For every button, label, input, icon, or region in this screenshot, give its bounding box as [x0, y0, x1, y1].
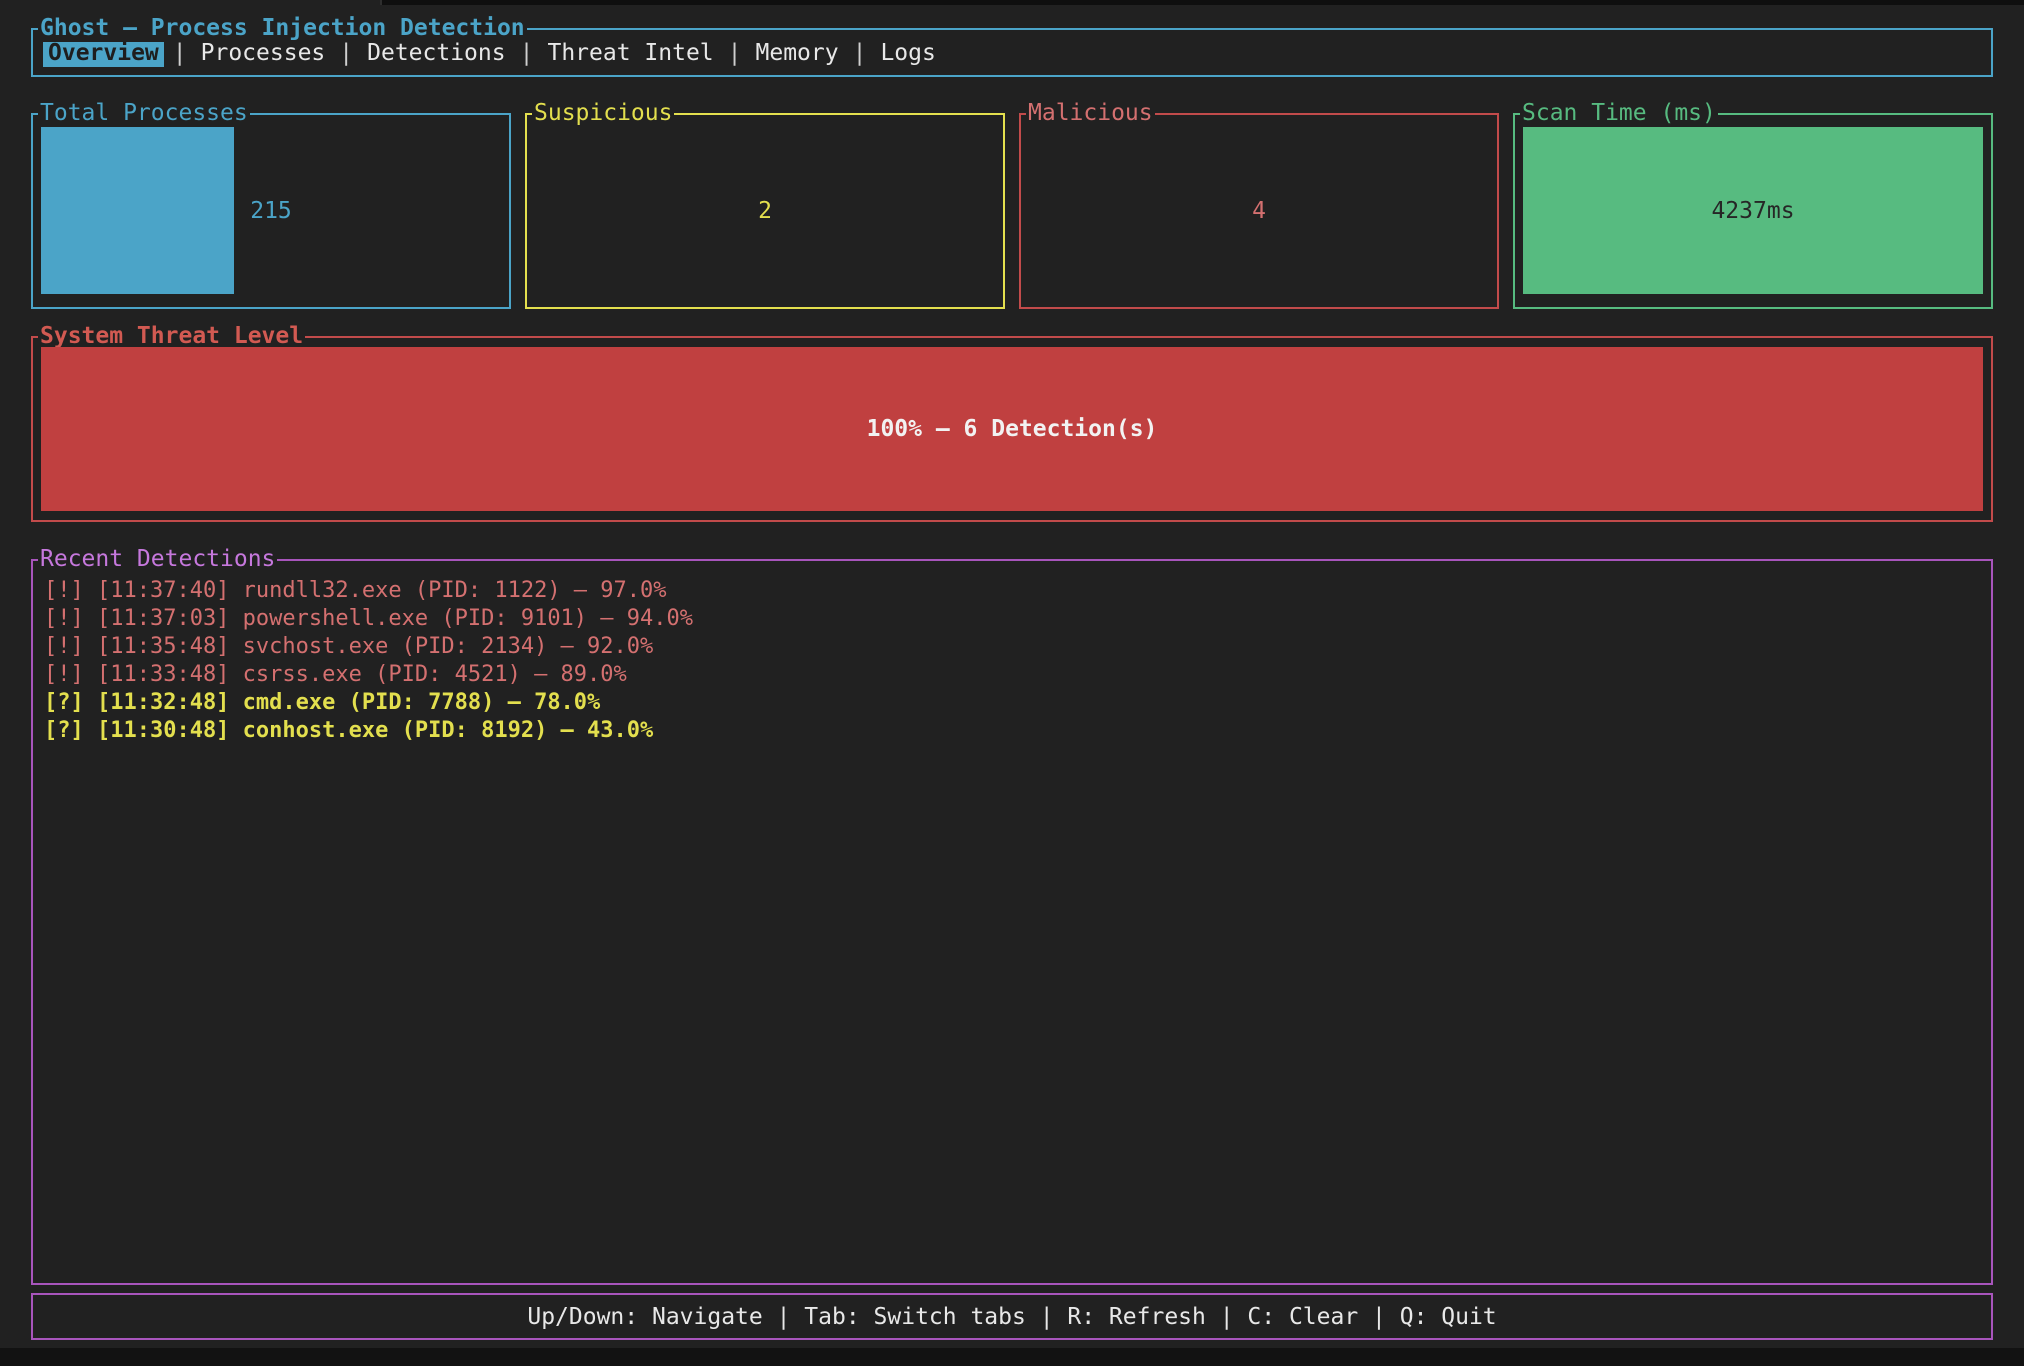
detection-row[interactable]: [!] [11:37:03] powershell.exe (PID: 9101… — [44, 605, 1991, 633]
scan-time-gauge: 4237ms — [1523, 127, 1983, 294]
total-processes-gauge: 215 — [41, 127, 501, 294]
tab-logs[interactable]: Logs — [875, 39, 940, 67]
stats-row: Total Processes 215 Suspicious 2 Malicio… — [31, 113, 1993, 309]
keybind-hints: Up/Down: Navigate | Tab: Switch tabs | R… — [527, 1304, 1496, 1330]
tab-processes[interactable]: Processes — [196, 39, 331, 67]
app-title: Ghost — Process Injection Detection — [38, 15, 527, 42]
stat-malicious: Malicious 4 — [1019, 113, 1499, 309]
recent-detections-panel: Recent Detections [!] [11:37:40] rundll3… — [31, 559, 1993, 1285]
gauge-value: 4 — [1029, 127, 1489, 294]
stat-title: Scan Time (ms) — [1520, 100, 1718, 127]
tab-separator: | — [173, 40, 187, 66]
stat-scan-time: Scan Time (ms) 4237ms — [1513, 113, 1993, 309]
stat-title: Total Processes — [38, 100, 250, 127]
detection-row[interactable]: [!] [11:37:40] rundll32.exe (PID: 1122) … — [44, 577, 1991, 605]
gauge-value: 215 — [41, 127, 501, 294]
stat-title: Suspicious — [532, 100, 674, 127]
tab-detections[interactable]: Detections — [362, 39, 510, 67]
stat-total-processes: Total Processes 215 — [31, 113, 511, 309]
tab-threat-intel[interactable]: Threat Intel — [542, 39, 718, 67]
app-window: Ghost — Process Injection Detection Over… — [0, 0, 2024, 1366]
suspicious-gauge: 2 — [535, 127, 995, 294]
bottom-edge-artifact — [0, 1348, 2024, 1366]
detection-row[interactable]: [?] [11:32:48] cmd.exe (PID: 7788) — 78.… — [44, 689, 1991, 717]
tab-separator: | — [520, 40, 534, 66]
recent-detections-title: Recent Detections — [38, 546, 277, 573]
malicious-gauge: 4 — [1029, 127, 1489, 294]
tab-memory[interactable]: Memory — [751, 39, 844, 67]
tab-separator: | — [339, 40, 353, 66]
threat-level-title: System Threat Level — [38, 323, 305, 350]
gauge-value: 4237ms — [1523, 127, 1983, 294]
header-panel: Ghost — Process Injection Detection Over… — [31, 28, 1993, 77]
stat-suspicious: Suspicious 2 — [525, 113, 1005, 309]
threat-gauge: 100% — 6 Detection(s) — [41, 347, 1983, 511]
keybind-bar: Up/Down: Navigate | Tab: Switch tabs | R… — [31, 1293, 1993, 1340]
detection-row[interactable]: [!] [11:35:48] svchost.exe (PID: 2134) —… — [44, 633, 1991, 661]
detection-row[interactable]: [?] [11:30:48] conhost.exe (PID: 8192) —… — [44, 717, 1991, 745]
stat-title: Malicious — [1026, 100, 1155, 127]
threat-level-panel: System Threat Level 100% — 6 Detection(s… — [31, 336, 1993, 522]
top-edge-artifact — [380, 0, 2024, 5]
tab-separator: | — [853, 40, 867, 66]
detection-row[interactable]: [!] [11:33:48] csrss.exe (PID: 4521) — 8… — [44, 661, 1991, 689]
gauge-value: 2 — [535, 127, 995, 294]
tab-overview[interactable]: Overview — [43, 39, 164, 67]
tab-separator: | — [728, 40, 742, 66]
threat-gauge-label: 100% — 6 Detection(s) — [41, 347, 1983, 511]
